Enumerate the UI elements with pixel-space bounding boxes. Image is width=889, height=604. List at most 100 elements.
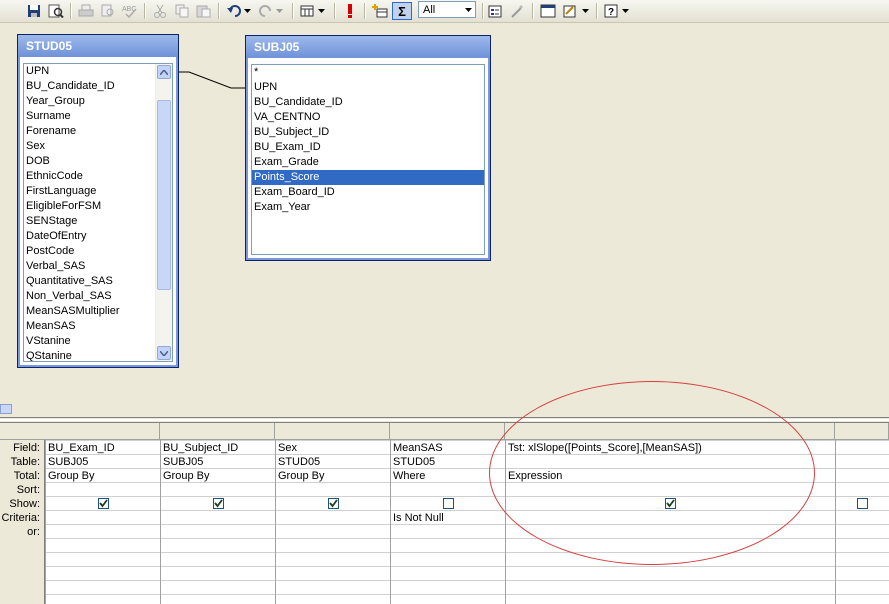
field-item[interactable]: Points_Score <box>252 170 484 185</box>
cut-icon[interactable] <box>150 2 170 20</box>
column-selector[interactable] <box>45 423 160 439</box>
redo-dropdown-icon[interactable] <box>274 2 284 20</box>
field-item[interactable]: FirstLanguage <box>24 184 156 199</box>
grid-cell-sort[interactable] <box>836 483 889 497</box>
grid-cell-criteria[interactable]: Is Not Null <box>391 511 505 525</box>
field-item[interactable]: Quantitative_SAS <box>24 274 156 289</box>
copy-icon[interactable] <box>172 2 192 20</box>
grid-cell-field[interactable]: Sex <box>276 441 390 455</box>
run-icon[interactable] <box>340 2 360 20</box>
grid-cell-total[interactable]: Expression <box>506 469 835 483</box>
field-item[interactable]: MeanSAS <box>24 319 156 334</box>
new-object-icon[interactable] <box>560 2 580 20</box>
grid-cell-field[interactable]: BU_Subject_ID <box>161 441 275 455</box>
database-window-icon[interactable] <box>538 2 558 20</box>
field-item[interactable]: * <box>252 65 484 80</box>
pane-splitter[interactable] <box>0 403 889 421</box>
field-item[interactable]: BU_Subject_ID <box>252 125 484 140</box>
field-item[interactable]: Non_Verbal_SAS <box>24 289 156 304</box>
grid-cell-field[interactable]: Tst: xlSlope([Points_Score],[MeanSAS]) <box>506 441 835 455</box>
table-window-stud05[interactable]: STUD05 UPN BU_Candidate_ID Year_Group Surna… <box>17 34 179 368</box>
grid-cell-total[interactable]: Group By <box>161 469 275 483</box>
field-item[interactable]: Verbal_SAS <box>24 259 156 274</box>
show-table-icon[interactable] <box>370 2 390 20</box>
grid-cell-total[interactable]: Group By <box>46 469 160 483</box>
vertical-scrollbar[interactable] <box>155 64 172 361</box>
field-item[interactable]: Exam_Year <box>252 200 484 215</box>
field-item[interactable]: Year_Group <box>24 94 156 109</box>
help-dropdown-icon[interactable] <box>620 2 630 20</box>
column-selector[interactable] <box>390 423 505 439</box>
grid-cell-total[interactable]: Where <box>391 469 505 483</box>
undo-icon[interactable] <box>224 2 244 20</box>
grid-cell-criteria[interactable] <box>161 511 275 525</box>
grid-cell-field[interactable]: MeanSAS <box>391 441 505 455</box>
field-item[interactable]: DOB <box>24 154 156 169</box>
new-object-dropdown-icon[interactable] <box>580 2 590 20</box>
grid-cell-criteria[interactable] <box>506 511 835 525</box>
show-checkbox[interactable] <box>213 498 224 509</box>
field-item[interactable]: VA_CENTNO <box>252 110 484 125</box>
field-item[interactable]: Forename <box>24 124 156 139</box>
grid-cell-table[interactable]: SUBJ05 <box>161 455 275 469</box>
field-item[interactable]: BU_Candidate_ID <box>252 95 484 110</box>
show-checkbox[interactable] <box>857 498 868 509</box>
table-title[interactable]: STUD05 <box>18 35 178 57</box>
properties-icon[interactable] <box>486 2 506 20</box>
grid-cell-table[interactable]: STUD05 <box>276 455 390 469</box>
grid-cell-field[interactable] <box>836 441 889 455</box>
field-item[interactable]: UPN <box>252 80 484 95</box>
table-window-subj05[interactable]: SUBJ05 * UPN BU_Candidate_ID VA_CENTNO BU_Su… <box>245 35 491 261</box>
show-checkbox[interactable] <box>98 498 109 509</box>
print-icon[interactable] <box>76 2 96 20</box>
field-item[interactable]: DateOfEntry <box>24 229 156 244</box>
show-checkbox[interactable] <box>665 498 676 509</box>
column-selector[interactable] <box>835 423 889 439</box>
show-checkbox[interactable] <box>443 498 454 509</box>
grid-cell-total[interactable] <box>836 469 889 483</box>
field-item[interactable]: PostCode <box>24 244 156 259</box>
scroll-up-icon[interactable] <box>157 65 171 79</box>
query-type-dropdown-icon[interactable] <box>316 2 326 20</box>
field-item[interactable]: UPN <box>24 64 156 79</box>
show-checkbox[interactable] <box>328 498 339 509</box>
paste-icon[interactable] <box>194 2 214 20</box>
table-title[interactable]: SUBJ05 <box>246 36 490 58</box>
print-preview-icon[interactable] <box>46 2 66 20</box>
grid-cell-sort[interactable] <box>391 483 505 497</box>
scroll-down-icon[interactable] <box>157 346 171 360</box>
field-item[interactable]: SENStage <box>24 214 156 229</box>
field-item[interactable]: EthnicCode <box>24 169 156 184</box>
print-alt-icon[interactable] <box>98 2 118 20</box>
field-item[interactable]: Surname <box>24 109 156 124</box>
top-values-combo[interactable]: All <box>418 1 476 18</box>
column-selector[interactable] <box>275 423 390 439</box>
grid-cell-criteria[interactable] <box>836 511 889 525</box>
grid-cell-sort[interactable] <box>506 483 835 497</box>
scroll-thumb[interactable] <box>157 100 171 290</box>
field-item[interactable]: BU_Exam_ID <box>252 140 484 155</box>
splitter-grip-icon[interactable] <box>0 404 12 414</box>
grid-cell-sort[interactable] <box>276 483 390 497</box>
grid-cell-table[interactable]: SUBJ05 <box>46 455 160 469</box>
grid-cell-total[interactable]: Group By <box>276 469 390 483</box>
help-icon[interactable]: ? <box>602 2 622 20</box>
totals-button[interactable]: Σ <box>392 2 412 20</box>
field-item[interactable]: QStanine <box>24 349 156 361</box>
field-item[interactable]: Exam_Board_ID <box>252 185 484 200</box>
save-icon[interactable] <box>24 2 44 20</box>
column-selector[interactable] <box>505 423 835 439</box>
field-item[interactable]: BU_Candidate_ID <box>24 79 156 94</box>
field-item[interactable]: VStanine <box>24 334 156 349</box>
query-type-icon[interactable] <box>298 2 318 20</box>
grid-cell-table[interactable]: STUD05 <box>391 455 505 469</box>
redo-icon[interactable] <box>256 2 276 20</box>
grid-cell-criteria[interactable] <box>276 511 390 525</box>
field-item[interactable]: MeanSASMultiplier <box>24 304 156 319</box>
grid-cell-field[interactable]: BU_Exam_ID <box>46 441 160 455</box>
spelling-icon[interactable]: ABC <box>120 2 140 20</box>
undo-dropdown-icon[interactable] <box>242 2 252 20</box>
grid-cell-table[interactable] <box>836 455 889 469</box>
grid-cell-criteria[interactable] <box>46 511 160 525</box>
field-item[interactable]: Exam_Grade <box>252 155 484 170</box>
